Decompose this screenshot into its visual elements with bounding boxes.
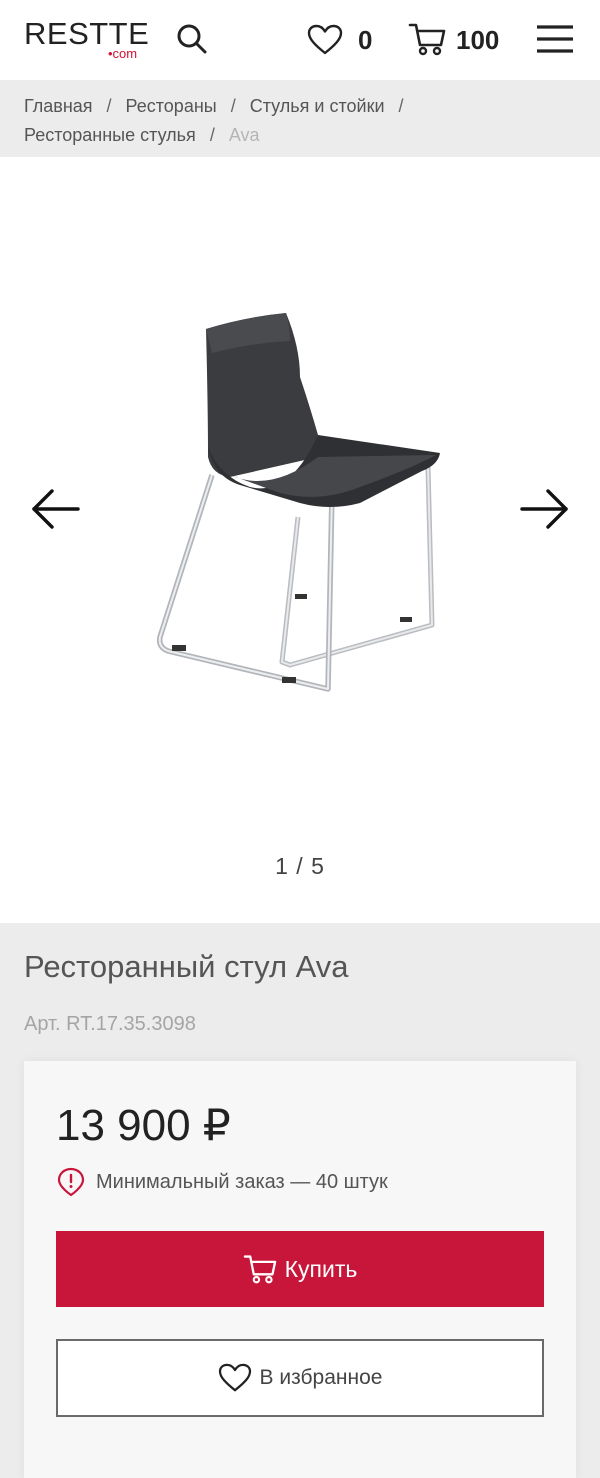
breadcrumb-separator: / <box>209 125 215 145</box>
sku-value: RT.17.35.3098 <box>66 1013 196 1035</box>
logo[interactable]: RESTTE •com <box>24 14 149 62</box>
buy-button-label: Купить <box>284 1255 358 1282</box>
breadcrumb-item-restaurant-chairs[interactable]: Ресторанные стулья <box>24 125 196 145</box>
arrow-left-icon[interactable] <box>30 487 82 531</box>
breadcrumb: Главная / Рестораны / Стулья и стойки / Ресто… <box>0 80 600 157</box>
heart-icon[interactable] <box>307 24 343 56</box>
arrow-right-icon[interactable] <box>518 487 570 531</box>
search-icon[interactable] <box>176 23 208 55</box>
cart-icon[interactable] <box>408 21 446 57</box>
favorites-button-label: В избранное <box>259 1366 383 1389</box>
heart-icon <box>218 1363 251 1392</box>
buy-button[interactable]: Купить <box>56 1231 544 1307</box>
min-order-notice: Минимальный заказ — 40 штук <box>56 1167 388 1197</box>
breadcrumb-item-chairs-stools[interactable]: Стулья и стойки <box>250 96 385 116</box>
breadcrumb-current: Ava <box>228 125 260 145</box>
gallery-counter: 1 / 5 <box>275 853 325 879</box>
breadcrumb-separator: / <box>106 96 112 116</box>
favorites-count[interactable]: 0 <box>358 24 372 56</box>
breadcrumb-item-restaurants[interactable]: Рестораны <box>126 96 217 116</box>
product-price: 13 900 ₽ <box>56 1101 231 1150</box>
menu-icon[interactable] <box>536 24 574 54</box>
alert-pin-icon <box>57 1167 85 1197</box>
cart-count[interactable]: 100 <box>456 24 499 56</box>
logo-suffix: •com <box>108 46 138 61</box>
product-gallery: 1 / 5 <box>0 157 600 923</box>
min-order-text: Минимальный заказ — 40 штук <box>96 1170 388 1193</box>
product-title: Ресторанный стул Ava <box>24 949 349 984</box>
site-header: RESTTE •com 0 100 <box>0 0 600 80</box>
product-info: Ресторанный стул Ava Арт. RT.17.35.3098 … <box>0 923 600 1478</box>
breadcrumb-separator: / <box>230 96 236 116</box>
breadcrumb-separator: / <box>398 96 404 116</box>
breadcrumb-item-home[interactable]: Главная <box>24 96 93 116</box>
cart-icon <box>243 1255 276 1284</box>
product-image[interactable] <box>150 307 450 707</box>
purchase-card: 13 900 ₽ Минимальный заказ — 40 штук Куп… <box>24 1061 576 1478</box>
sku-label: Арт. <box>24 1013 61 1035</box>
add-to-favorites-button[interactable]: В избранное <box>56 1339 544 1417</box>
product-sku: Арт. RT.17.35.3098 <box>24 1011 196 1037</box>
